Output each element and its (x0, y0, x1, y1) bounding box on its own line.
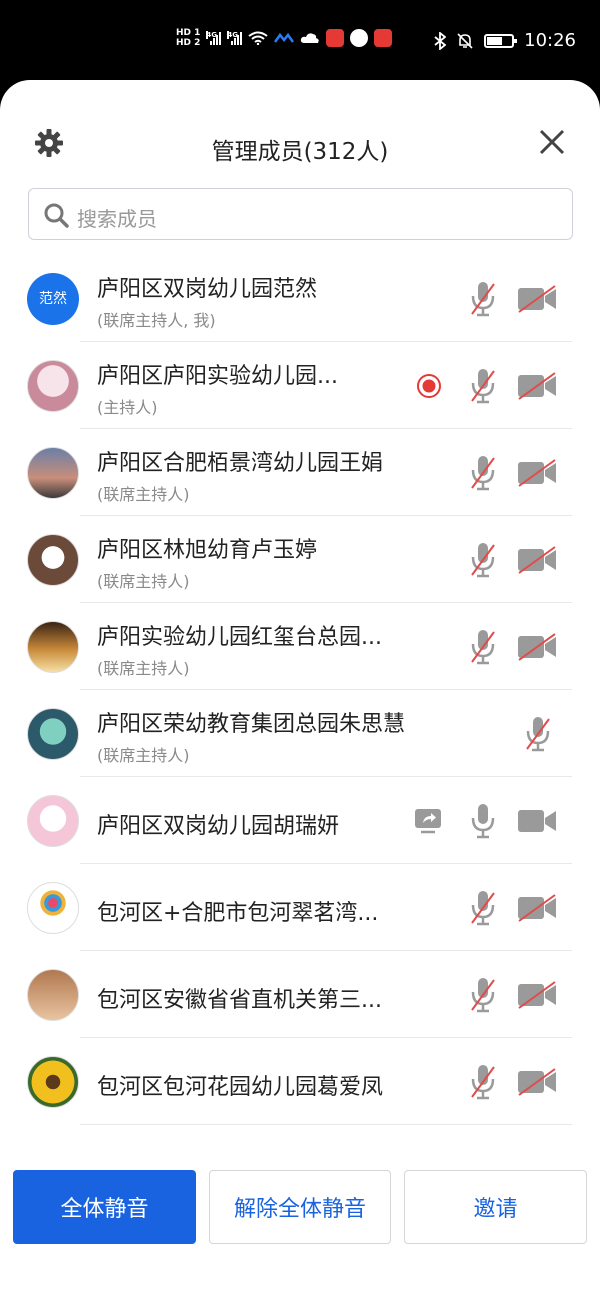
member-role: (联席主持人) (97, 572, 190, 591)
member-row-7[interactable]: 庐阳区双岗幼儿园胡瑞妍 (0, 777, 600, 864)
clock: 10:26 (524, 30, 576, 51)
app-wave-icon (274, 32, 295, 43)
mic-muted-icon[interactable] (470, 889, 496, 927)
member-row-1[interactable]: 范然 庐阳区双岗幼儿园范然 (联席主持人, 我) (0, 255, 600, 342)
camera-off-icon[interactable] (516, 371, 558, 401)
avatar (27, 969, 79, 1021)
bell-off-icon (457, 32, 473, 49)
avatar (27, 360, 79, 412)
camera-off-icon[interactable] (516, 545, 558, 575)
member-name: 庐阳区林旭幼育卢玉婷 (97, 538, 318, 563)
camera-off-icon[interactable] (516, 458, 558, 488)
battery-level (487, 36, 502, 45)
signal-icon-1: 4G (206, 31, 222, 45)
avatar (27, 621, 79, 673)
member-row-6[interactable]: 庐阳区荣幼教育集团总园朱思慧 (联席主持人) (0, 690, 600, 777)
mic-muted-icon[interactable] (470, 628, 496, 666)
member-name: 庐阳区庐阳实验幼儿园... (97, 364, 338, 389)
mic-muted-icon[interactable] (470, 1063, 496, 1101)
search-icon (44, 203, 69, 228)
mute-all-button[interactable]: 全体静音 (13, 1170, 196, 1244)
status-bar: HD 1 HD 2 4G 4G 10:26 (0, 0, 600, 80)
mic-muted-icon[interactable] (470, 976, 496, 1014)
member-list: 范然 庐阳区双岗幼儿园范然 (联席主持人, 我) 庐阳区庐阳实验幼儿园... (… (0, 255, 600, 1125)
manage-members-sheet: 管理成员(312人) 搜索成员 范然 庐阳区双岗幼儿园范然 (联席主持人, 我)… (0, 80, 600, 1300)
camera-off-icon[interactable] (516, 980, 558, 1010)
header: 管理成员(312人) (0, 118, 600, 168)
avatar (27, 534, 79, 586)
member-row-4[interactable]: 庐阳区林旭幼育卢玉婷 (联席主持人) (0, 516, 600, 603)
network-type-2: 4G (227, 31, 239, 39)
hd-top: HD 1 (176, 28, 201, 38)
member-name: 包河区+合肥市包河翠茗湾... (97, 901, 379, 926)
footer-actions: 全体静音 解除全体静音 邀请 (0, 1170, 600, 1250)
member-role: (联席主持人) (97, 485, 190, 504)
member-role: (联席主持人) (97, 659, 190, 678)
member-name: 庐阳区双岗幼儿园范然 (97, 277, 318, 302)
member-name: 庐阳区合肥栢景湾幼儿园王娟 (97, 451, 384, 476)
bluetooth-icon (434, 31, 447, 50)
screen-share-icon (413, 806, 443, 836)
member-row-3[interactable]: 庐阳区合肥栢景湾幼儿园王娟 (联席主持人) (0, 429, 600, 516)
member-role: (主持人) (97, 398, 158, 417)
member-row-5[interactable]: 庐阳实验幼儿园红玺台总园... (联席主持人) (0, 603, 600, 690)
member-role: (联席主持人, 我) (97, 311, 216, 330)
mic-muted-icon[interactable] (525, 715, 551, 753)
member-name: 包河区包河花园幼儿园葛爱凤 (97, 1075, 384, 1100)
member-name: 庐阳区双岗幼儿园胡瑞妍 (97, 814, 340, 839)
mic-icon[interactable] (470, 802, 496, 840)
avatar: 范然 (27, 273, 79, 325)
mic-app-icon (326, 29, 345, 47)
battery-icon (484, 33, 518, 48)
member-row-9[interactable]: 包河区安徽省省直机关第三... (0, 951, 600, 1038)
network-type-1: 4G (206, 31, 218, 39)
member-role: (联席主持人) (97, 746, 190, 765)
member-name: 庐阳实验幼儿园红玺台总园... (97, 625, 382, 650)
member-row-10[interactable]: 包河区包河花园幼儿园葛爱凤 (0, 1038, 600, 1125)
recording-icon (416, 373, 442, 399)
mic-muted-icon[interactable] (470, 280, 496, 318)
member-row-2[interactable]: 庐阳区庐阳实验幼儿园... (主持人) (0, 342, 600, 429)
signal-icon-2: 4G (227, 31, 243, 45)
member-name: 庐阳区荣幼教育集团总园朱思慧 (97, 712, 406, 737)
mic-muted-icon[interactable] (470, 367, 496, 405)
camera-icon[interactable] (516, 806, 558, 836)
member-row-8[interactable]: 包河区+合肥市包河翠茗湾... (0, 864, 600, 951)
status-bar-left: HD 1 HD 2 4G 4G (176, 28, 393, 48)
close-icon[interactable] (538, 128, 566, 156)
member-name: 包河区安徽省省直机关第三... (97, 988, 382, 1013)
app-icon-red (374, 29, 393, 47)
avatar (27, 708, 79, 760)
search-placeholder: 搜索成员 (77, 207, 157, 231)
mic-muted-icon[interactable] (470, 454, 496, 492)
avatar (27, 447, 79, 499)
avatar (27, 1056, 79, 1108)
status-bar-right: 10:26 (434, 30, 576, 51)
hd-bottom: HD 2 (176, 38, 201, 48)
camera-off-icon[interactable] (516, 632, 558, 662)
camera-off-icon[interactable] (516, 893, 558, 923)
avatar (27, 882, 79, 934)
search-input[interactable]: 搜索成员 (28, 188, 573, 240)
page-title: 管理成员(312人) (211, 139, 389, 165)
camera-off-icon[interactable] (516, 1067, 558, 1097)
row-divider (80, 1124, 572, 1125)
wifi-icon (248, 31, 269, 45)
unmute-all-button[interactable]: 解除全体静音 (209, 1170, 391, 1244)
mic-muted-icon[interactable] (470, 541, 496, 579)
hd-indicator: HD 1 HD 2 (176, 28, 200, 48)
avatar (27, 795, 79, 847)
invite-button[interactable]: 邀请 (404, 1170, 587, 1244)
app-icon-hexagon (350, 29, 369, 47)
camera-off-icon[interactable] (516, 284, 558, 314)
cloud-icon (301, 33, 320, 43)
